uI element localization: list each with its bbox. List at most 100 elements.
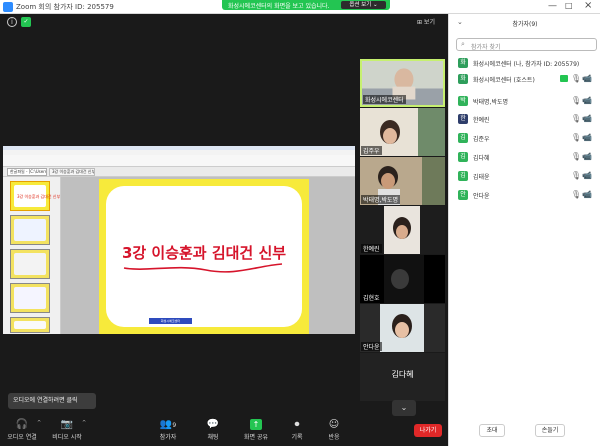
slide-thumbnail [10, 283, 50, 313]
microphone-icon[interactable]: 🎙 [571, 133, 581, 142]
close-button[interactable]: × [584, 0, 592, 11]
current-slide: 3강 이승훈과 김대건 신부 화성시에코센터 [99, 179, 309, 334]
participant-row[interactable]: 박 박태명,박도명 🎙 📹 [449, 94, 600, 108]
audio-options-caret-icon[interactable]: ^ [37, 420, 41, 426]
shared-tab-1: 한글파일 - [C:\Users\...] [7, 168, 47, 176]
participant-row[interactable]: 화 화성시에코센터 (나, 참가자 ID: 205579) [449, 56, 600, 70]
video-off-icon: 📷 [60, 419, 74, 430]
info-icon[interactable]: i [7, 17, 17, 27]
participant-name: 김태윤 [473, 174, 490, 181]
avatar: 화 [458, 74, 468, 84]
participant-name: 박태명,박도명 [473, 99, 509, 106]
record-icon: ⏺ [294, 419, 300, 430]
participant-row[interactable]: 김 김태윤 🎙 📹 [449, 169, 600, 183]
window-title: Zoom 회의 참가자 ID: 205579 [16, 3, 114, 11]
minimize-button[interactable]: — [548, 1, 557, 11]
participant-row[interactable]: 한 한예린 🎙 📹 [449, 112, 600, 126]
participant-name: 화성시에코센터 (나, 참가자 ID: 205579) [473, 61, 580, 68]
thumbnail-title: 3강 이승훈과 김대건 신부 [17, 194, 61, 199]
participant-row[interactable]: 안 안다윤 🎙 📹 [449, 188, 600, 202]
video-tile[interactable]: 안다윤 [360, 304, 445, 352]
video-tile-name: 안다윤 [361, 342, 382, 351]
panel-footer: 초대 손들기 [449, 420, 600, 442]
participant-name: 한예린 [473, 117, 490, 124]
screen-share-banner: 화성시에코센터의 화면을 보고 있습니다. 옵션 보기 ⌄ [222, 0, 390, 10]
view-button[interactable]: ⊞ 보기 [417, 17, 435, 26]
share-screen-label: 화면 공유 [244, 434, 268, 441]
smiley-icon: ☺ [328, 419, 340, 430]
participants-button[interactable]: 👥9 참가자 [156, 418, 180, 441]
slide-thumbnail: 3강 이승훈과 김대건 신부 [10, 181, 60, 211]
name-only-tile[interactable]: 김다혜 [360, 353, 445, 401]
camera-icon[interactable]: 📹 [582, 96, 592, 105]
avatar: 김 [458, 152, 468, 162]
camera-off-icon[interactable]: 📹 [582, 152, 592, 161]
participants-count: 9 [172, 422, 177, 429]
audio-connect-tooltip: 오디오에 연결하려면 클릭 [8, 393, 96, 409]
camera-icon[interactable]: 📹 [582, 190, 592, 199]
video-tile[interactable]: 김현호 [360, 255, 445, 303]
microphone-icon[interactable]: 🎙 [571, 190, 581, 199]
microphone-icon[interactable]: 🎙 [571, 96, 581, 105]
audio-button[interactable]: 🎧 오디오 연결 ^ [6, 418, 41, 441]
leave-button[interactable]: 나가기 [414, 424, 442, 437]
share-banner-text: 화성시에코센터의 화면을 보고 있습니다. [228, 3, 330, 10]
video-tile-name: 화성시에코센터 [363, 95, 406, 104]
microphone-icon[interactable]: 🎙 [571, 74, 581, 83]
video-tile-name: 김주우 [361, 146, 382, 155]
meeting-area: i ✓ ⊞ 보기 한글파일 - [C:\Users\...] 3강 이승훈과 김… [0, 14, 448, 416]
raise-hand-button[interactable]: 손들기 [535, 424, 565, 437]
slide-thumbnail [10, 317, 50, 333]
participant-name: 김준우 [473, 136, 490, 143]
share-screen-badge-icon [560, 75, 568, 82]
avatar: 안 [458, 190, 468, 200]
camera-icon[interactable]: 📹 [582, 114, 592, 123]
invite-button[interactable]: 초대 [479, 424, 505, 437]
participants-icon: 👥9 [159, 419, 177, 430]
microphone-icon[interactable]: 🎙 [571, 114, 581, 123]
shared-screen[interactable]: 한글파일 - [C:\Users\...] 3강 이승훈과 김대건 신부.ppt… [3, 146, 355, 334]
camera-icon[interactable]: 📹 [582, 133, 592, 142]
microphone-icon[interactable]: 🎙 [571, 152, 581, 161]
encryption-shield-icon[interactable]: ✓ [21, 17, 31, 27]
shared-document-tabs: 한글파일 - [C:\Users\...] 3강 이승훈과 김대건 신부.ppt… [3, 167, 355, 177]
name-only-tile-label: 김다혜 [391, 370, 414, 379]
chat-bubble-icon: 💬 [206, 419, 220, 430]
video-tile[interactable]: 한예린 [360, 206, 445, 254]
participant-row[interactable]: 김 김준우 🎙 📹 [449, 131, 600, 145]
camera-icon[interactable]: 📹 [582, 74, 592, 83]
avatar: 김 [458, 171, 468, 181]
avatar: 김 [458, 133, 468, 143]
participants-label: 참가자 [159, 434, 177, 441]
participant-search-input[interactable]: ⌕ 참가자 찾기 [456, 38, 597, 51]
record-button[interactable]: ⏺ 기록 [287, 418, 307, 441]
video-label: 비디오 시작 [52, 434, 82, 441]
reactions-label: 반응 [328, 434, 340, 441]
participant-row[interactable]: 화 화성시에코센터 (호스트) 🎙 📹 [449, 72, 600, 86]
headphones-icon: 🎧 [15, 419, 29, 430]
participant-row[interactable]: 김 김다혜 🎙 📹 [449, 150, 600, 164]
video-tile-name: 한예린 [361, 244, 382, 253]
record-label: 기록 [291, 434, 303, 441]
participants-panel: ⌄ 참가자(9) ⌕ 참가자 찾기 화 화성시에코센터 (나, 참가자 ID: … [448, 14, 600, 446]
avatar: 화 [458, 58, 468, 68]
chat-label: 채팅 [207, 434, 219, 441]
video-options-caret-icon[interactable]: ^ [82, 420, 86, 426]
reactions-button[interactable]: ☺ 반응 [324, 418, 344, 441]
zoom-logo-icon [3, 2, 13, 12]
video-tile[interactable]: 화성시에코센터 [360, 59, 445, 107]
camera-icon[interactable]: 📹 [582, 171, 592, 180]
red-underline-stroke [123, 263, 283, 273]
chat-button[interactable]: 💬 채팅 [203, 418, 223, 441]
video-tile[interactable]: 박태명,박도명 [360, 157, 445, 205]
scroll-down-button[interactable]: ⌄ [392, 400, 416, 416]
view-options-button[interactable]: 옵션 보기 ⌄ [341, 1, 386, 9]
video-tile[interactable]: 김주우 [360, 108, 445, 156]
maximize-button[interactable]: □ [565, 1, 573, 10]
video-button[interactable]: 📷 비디오 시작 ^ [50, 418, 86, 441]
microphone-icon[interactable]: 🎙 [571, 171, 581, 180]
share-screen-button[interactable]: ↑ 화면 공유 [240, 418, 272, 441]
share-screen-icon: ↑ [250, 419, 262, 430]
search-placeholder: 참가자 찾기 [471, 44, 501, 51]
audio-label: 오디오 연결 [7, 434, 37, 441]
